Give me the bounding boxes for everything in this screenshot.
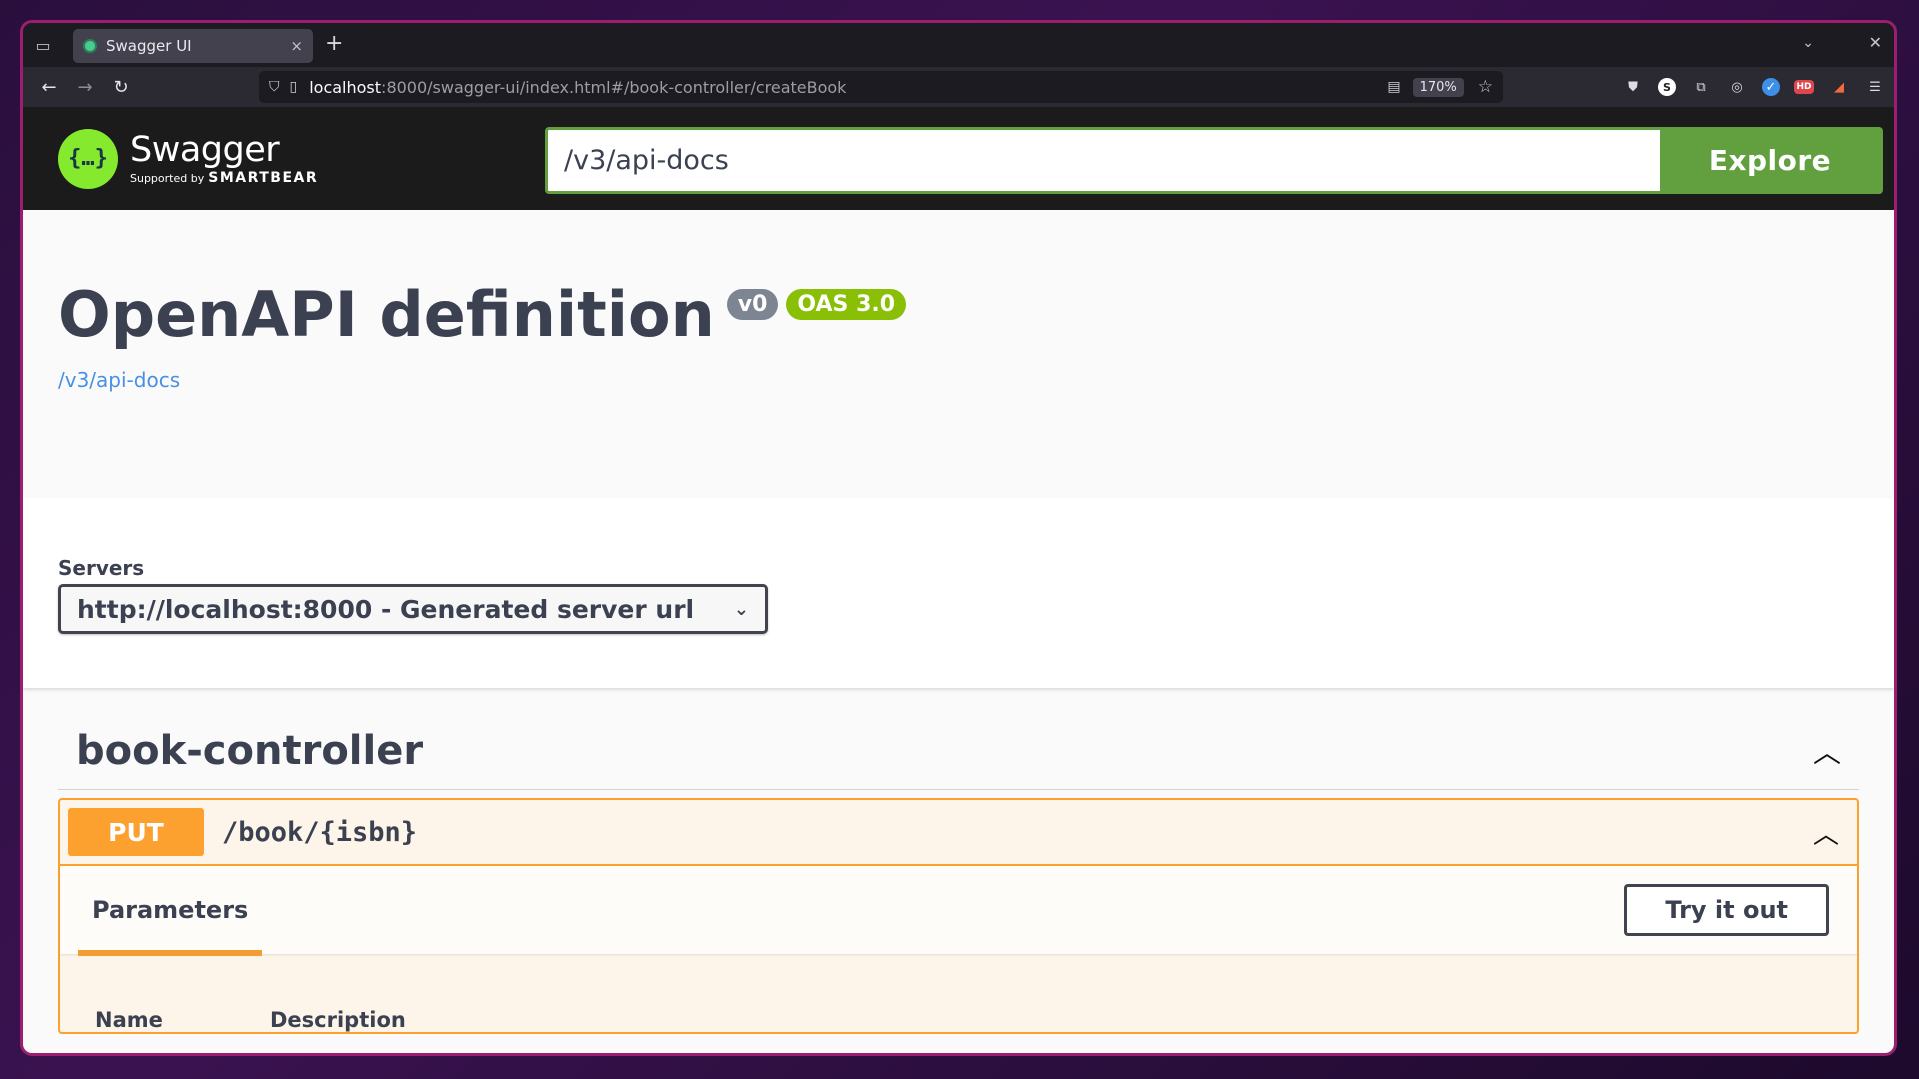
shield-icon[interactable]: ⛉ bbox=[269, 79, 280, 95]
extension-blue-icon[interactable]: ✓ bbox=[1762, 78, 1780, 96]
tab-swagger-ui[interactable]: Swagger UI × bbox=[73, 29, 313, 63]
swagger-favicon-icon bbox=[83, 39, 97, 53]
tab-title: Swagger UI bbox=[106, 37, 192, 55]
address-bar[interactable]: ⛉ ▯ localhost :8000/swagger-ui/index.htm… bbox=[259, 71, 1503, 103]
servers-selected-value: http://localhost:8000 - Generated server… bbox=[77, 594, 695, 624]
explore-button[interactable]: Explore bbox=[1660, 130, 1880, 191]
navigation-bar: ← → ↻ ⛉ ▯ localhost :8000/swagger-ui/ind… bbox=[23, 67, 1894, 107]
tab-list-icon[interactable]: ▭ bbox=[23, 23, 63, 67]
explore-url-input[interactable] bbox=[548, 130, 1660, 191]
new-tab-button[interactable]: + bbox=[325, 31, 343, 56]
chevron-down-icon[interactable]: ⌄ bbox=[1802, 35, 1814, 51]
page-title: OpenAPI definition bbox=[58, 278, 715, 351]
try-it-out-button[interactable]: Try it out bbox=[1624, 884, 1829, 936]
extensions-puzzle-icon[interactable]: ⧉ bbox=[1690, 76, 1712, 98]
swagger-logo-icon: {…} bbox=[58, 128, 118, 189]
logo-supported: Supported by bbox=[130, 172, 205, 185]
tag-name: book-controller bbox=[76, 728, 424, 774]
menu-hamburger-icon[interactable]: ☰ bbox=[1864, 76, 1886, 98]
parameters-table-header: Name Description bbox=[60, 954, 1857, 1032]
parameters-header: Parameters Try it out bbox=[60, 866, 1857, 956]
extensions-toolbar: ⛊ S ⧉ ◎ ✓ HD ◢ ☰ bbox=[1622, 71, 1886, 103]
logo-name: Swagger bbox=[130, 130, 280, 170]
oas-badge: OAS 3.0 bbox=[786, 289, 907, 320]
api-docs-link[interactable]: /v3/api-docs bbox=[58, 368, 1859, 392]
explore-form: Explore bbox=[545, 127, 1883, 194]
browser-window: ▭ Swagger UI × + ⌄ ✕ ← → ↻ ⛉ ▯ localhost… bbox=[20, 20, 1897, 1056]
extension-glasses-icon[interactable]: ◎ bbox=[1726, 76, 1748, 98]
url-path: :8000/swagger-ui/index.html#/book-contro… bbox=[381, 77, 847, 97]
swagger-logo[interactable]: {…} Swagger Supported by SMARTBEAR bbox=[58, 128, 318, 189]
reload-button[interactable]: ↻ bbox=[103, 69, 139, 105]
operation-block: PUT /book/{isbn} ︿ Parameters Try it out… bbox=[58, 798, 1859, 1034]
chevron-up-icon[interactable]: ︿ bbox=[1813, 814, 1839, 851]
bookmark-star-icon[interactable]: ☆ bbox=[1478, 77, 1493, 97]
servers-label: Servers bbox=[58, 556, 145, 580]
logo-tagline: Supported by SMARTBEAR bbox=[130, 170, 318, 186]
extension-red-icon[interactable]: HD bbox=[1794, 80, 1814, 94]
servers-section: Servers http://localhost:8000 - Generate… bbox=[23, 498, 1894, 688]
version-badge: v0 bbox=[726, 289, 779, 320]
operation-path: /book/{isbn} bbox=[222, 816, 418, 848]
swagger-page: {…} Swagger Supported bySMARTBEAR Explor… bbox=[23, 107, 1894, 1053]
method-badge: PUT bbox=[68, 808, 204, 856]
back-button[interactable]: ← bbox=[31, 69, 67, 105]
tab-close-icon[interactable]: × bbox=[290, 37, 303, 55]
swagger-topbar: {…} Swagger Supported bySMARTBEAR Explor… bbox=[23, 107, 1894, 210]
tab-parameters[interactable]: Parameters bbox=[78, 896, 263, 956]
logo-brand: SMARTBEAR bbox=[208, 170, 319, 186]
tag-section: book-controller ︿ PUT /book/{isbn} ︿ Par… bbox=[23, 688, 1894, 1034]
extension-orange-icon[interactable]: ◢ bbox=[1828, 76, 1850, 98]
zoom-level-badge[interactable]: 170% bbox=[1412, 77, 1464, 97]
page-info-icon[interactable]: ▯ bbox=[290, 79, 298, 95]
tag-header[interactable]: book-controller ︿ bbox=[58, 728, 1859, 790]
forward-button[interactable]: → bbox=[67, 69, 103, 105]
operation-summary[interactable]: PUT /book/{isbn} ︿ bbox=[60, 800, 1857, 866]
tab-strip: ▭ Swagger UI × + ⌄ ✕ bbox=[23, 23, 1894, 67]
reader-view-icon[interactable]: ▤ bbox=[1387, 79, 1400, 95]
window-close-icon[interactable]: ✕ bbox=[1869, 33, 1882, 52]
servers-select[interactable]: http://localhost:8000 - Generated server… bbox=[58, 584, 768, 634]
chevron-up-icon[interactable]: ︿ bbox=[1813, 731, 1841, 771]
column-name: Name bbox=[95, 1008, 163, 1032]
extension-s-icon[interactable]: S bbox=[1658, 78, 1676, 96]
url-host: localhost bbox=[309, 77, 382, 97]
api-info: OpenAPI definition v0 OAS 3.0 /v3/api-do… bbox=[23, 210, 1894, 498]
column-description: Description bbox=[270, 1008, 406, 1032]
chevron-down-icon: ⌄ bbox=[733, 598, 749, 620]
pocket-icon[interactable]: ⛊ bbox=[1622, 76, 1644, 98]
